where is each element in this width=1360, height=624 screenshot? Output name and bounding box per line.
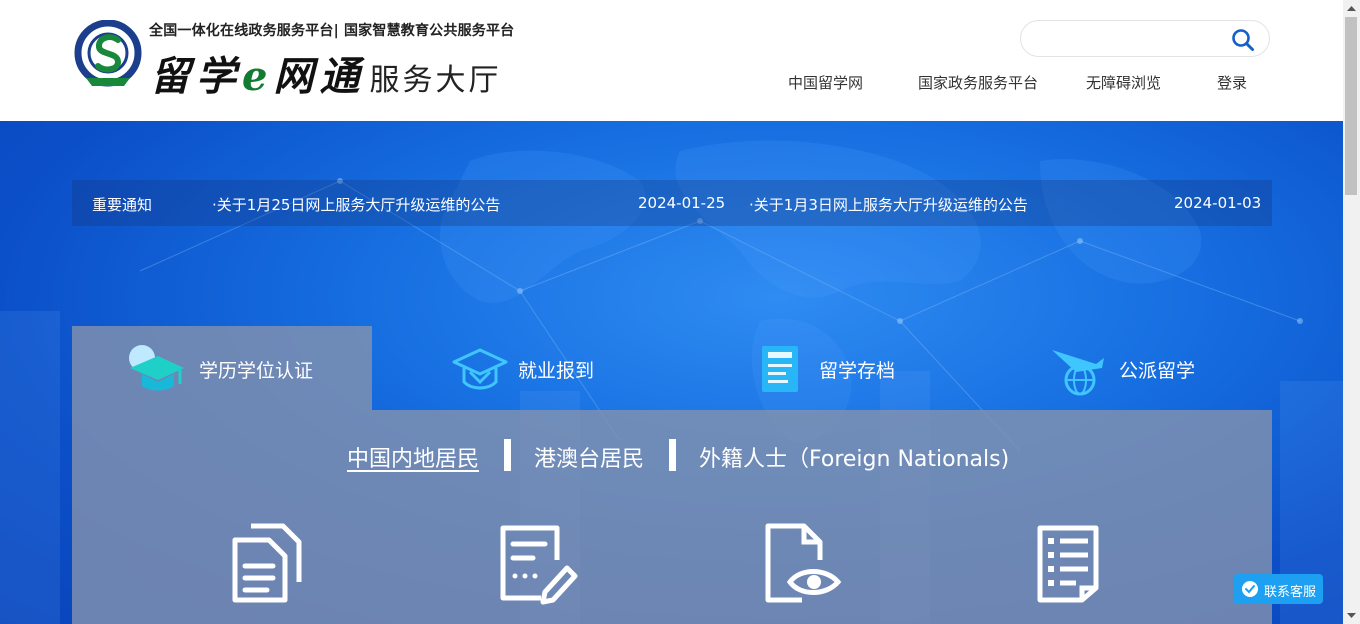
plane-globe-icon	[1052, 350, 1104, 396]
platform-tagline: 全国一体化在线政务服务平台| 国家智慧教育公共服务平台	[149, 23, 515, 39]
subtab-divider	[669, 439, 676, 471]
tab-government-sponsored-study[interactable]: 公派留学	[972, 326, 1272, 410]
subtab-mainland-residents[interactable]: 中国内地居民	[347, 441, 479, 473]
tab-label: 留学存档	[819, 360, 896, 382]
graduation-cap-icon	[129, 345, 184, 391]
nav-link-accessibility[interactable]: 无障碍浏览	[1086, 72, 1161, 93]
scrollbar-thumb[interactable]	[1345, 17, 1357, 195]
tab-label: 学历学位认证	[199, 360, 314, 382]
notice-bar: 重要通知 ·关于1月25日网上服务大厅升级运维的公告 2024-01-25 ·关…	[72, 180, 1272, 226]
subtab-hk-macao-taiwan-residents[interactable]: 港澳台居民	[534, 441, 644, 473]
search-box	[1020, 20, 1270, 57]
vertical-scrollbar[interactable]	[1343, 0, 1360, 624]
customer-service-button[interactable]: 联系客服	[1233, 574, 1323, 604]
tab-employment-registration[interactable]: 就业报到	[372, 326, 672, 410]
tab-label: 就业报到	[518, 360, 595, 382]
chat-check-icon	[1242, 581, 1258, 597]
scroll-up-arrow-icon[interactable]	[1343, 0, 1360, 17]
tab-label: 公派留学	[1119, 360, 1196, 382]
hero-section: 重要通知 ·关于1月25日网上服务大厅升级运维的公告 2024-01-25 ·关…	[0, 121, 1343, 624]
service-panel: 中国内地居民 港澳台居民 外籍人士（Foreign Nationals)	[72, 410, 1272, 624]
brand-name: 留学e网通	[150, 53, 366, 100]
notice-label: 重要通知	[92, 196, 153, 214]
notice-date: 2024-01-25	[638, 194, 726, 212]
tab-study-archive[interactable]: 留学存档	[672, 326, 972, 410]
notice-date: 2024-01-03	[1174, 194, 1262, 212]
site-header: 全国一体化在线政务服务平台| 国家智慧教育公共服务平台 留学e网通 服务大厅 中国…	[0, 0, 1343, 121]
notice-item[interactable]: ·关于1月25日网上服务大厅升级运维的公告	[212, 194, 500, 215]
scroll-down-arrow-icon[interactable]	[1343, 607, 1360, 624]
search-input[interactable]	[1035, 28, 1229, 52]
subtab-divider	[504, 439, 511, 471]
nav-link-login[interactable]: 登录	[1217, 72, 1247, 93]
brand-suffix: 服务大厅	[369, 63, 502, 98]
documents-icon[interactable]	[227, 520, 311, 606]
nav-link-cscse[interactable]: 中国留学网	[788, 72, 863, 93]
form-edit-icon[interactable]	[497, 520, 581, 606]
search-icon[interactable]	[1231, 28, 1255, 52]
customer-service-label: 联系客服	[1264, 585, 1317, 600]
subtab-foreign-nationals[interactable]: 外籍人士（Foreign Nationals)	[699, 441, 1009, 473]
file-view-icon[interactable]	[762, 520, 846, 606]
archive-document-icon	[762, 346, 798, 392]
tab-degree-certification[interactable]: 学历学位认证	[72, 326, 372, 410]
checklist-icon[interactable]	[1032, 520, 1116, 606]
site-title: 留学e网通 服务大厅	[150, 44, 501, 102]
nav-link-gov-platform[interactable]: 国家政务服务平台	[918, 72, 1038, 93]
logo-icon	[74, 20, 142, 87]
mortarboard-icon	[452, 348, 508, 390]
notice-item[interactable]: ·关于1月3日网上服务大厅升级运维的公告	[749, 194, 1028, 215]
